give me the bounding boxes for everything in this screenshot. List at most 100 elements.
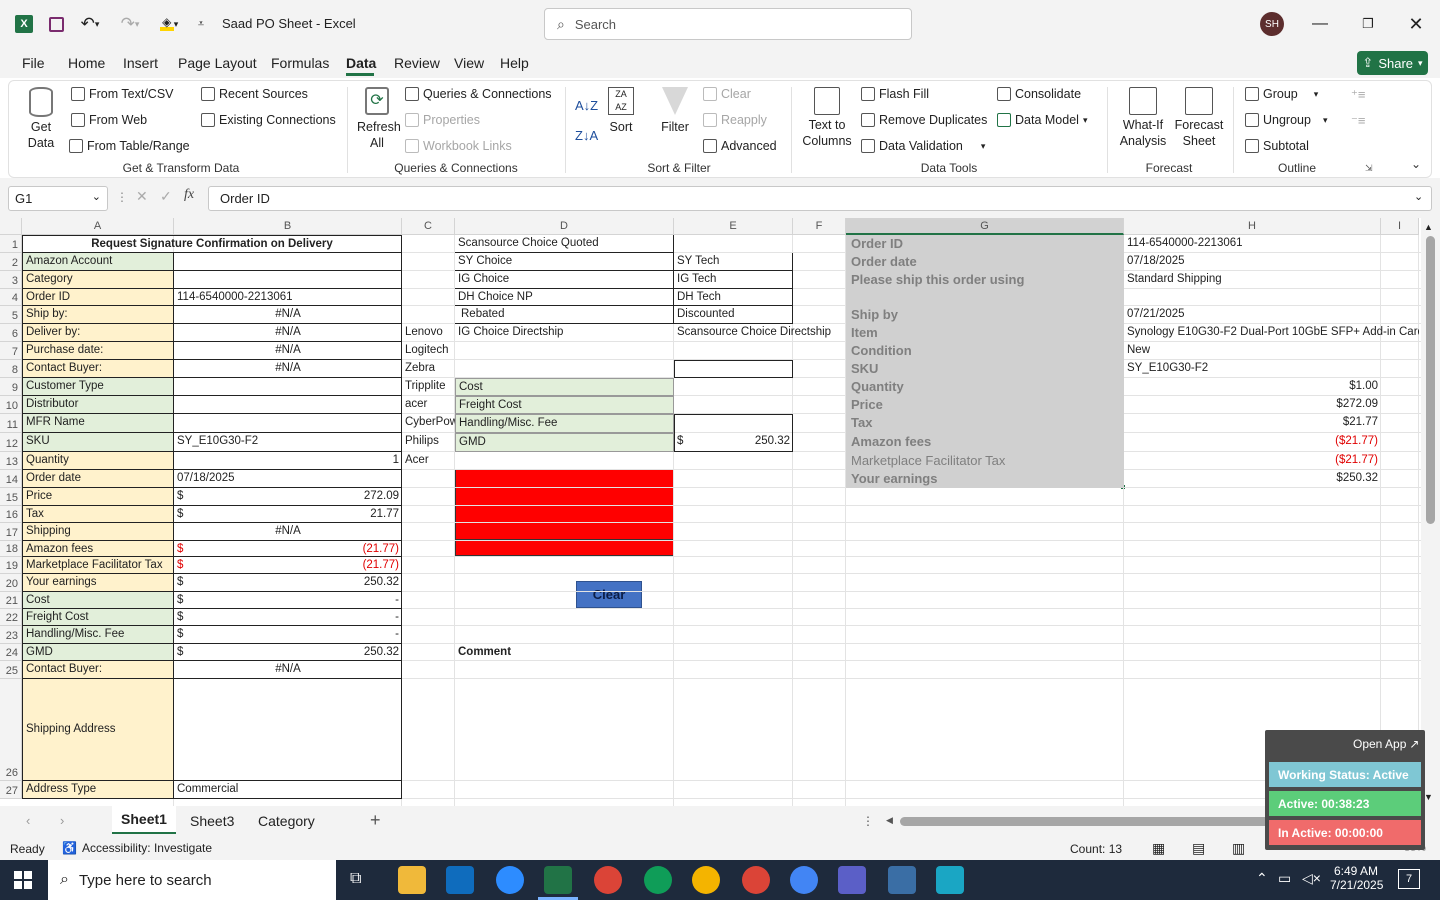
calculator-icon[interactable] [888, 866, 916, 894]
volume-icon[interactable]: ◁× [1302, 870, 1321, 887]
order-field-value[interactable]: $21.77 [1124, 414, 1381, 433]
label-cell[interactable]: Tax [22, 506, 174, 523]
value-cell[interactable]: (21.77) [174, 541, 402, 557]
order-field-label[interactable]: SKU [848, 360, 1122, 378]
tech-cell[interactable]: SY Tech [674, 253, 793, 271]
row-header[interactable]: 16 [0, 506, 22, 523]
label-cell[interactable]: Customer Type [22, 378, 174, 396]
label-cell[interactable]: Address Type [22, 781, 174, 799]
row-header[interactable]: 27 [0, 781, 22, 799]
column-header-i[interactable]: I [1381, 218, 1419, 235]
select-all-corner[interactable] [0, 218, 22, 235]
taskbar-search[interactable]: ⌕ Type here to search [48, 860, 336, 900]
value-cell[interactable]: 250.32 [174, 644, 402, 661]
order-field-value[interactable]: New [1124, 342, 1381, 360]
order-field-label[interactable]: Order ID [848, 235, 1122, 253]
clock[interactable]: 6:49 AM 7/21/2025 [1330, 864, 1383, 892]
row-header[interactable]: 13 [0, 452, 22, 470]
label-cell[interactable]: Shipping [22, 523, 174, 541]
page-break-view-icon[interactable]: ▥ [1232, 840, 1245, 857]
row-header[interactable]: 19 [0, 557, 22, 574]
row-header[interactable]: 2 [0, 253, 22, 271]
show-detail-icon[interactable]: ⁺≡ [1351, 87, 1365, 103]
tech-cell[interactable]: DH Tech [674, 289, 793, 306]
value-cell[interactable]: #N/A [174, 661, 402, 679]
row-header[interactable]: 17 [0, 523, 22, 541]
row-header[interactable]: 22 [0, 609, 22, 626]
sort-az-icon[interactable]: A↓Z Z↓A [575, 91, 598, 151]
label-cell[interactable]: Contact Buyer: [22, 360, 174, 378]
customize-qat-icon[interactable]: ⩡ [192, 0, 210, 48]
value-cell[interactable]: 114-6540000-2213061 [174, 289, 402, 306]
brand-cell[interactable]: Zebra [402, 360, 455, 378]
value-cell[interactable]: - [174, 609, 402, 626]
fill-color-icon[interactable]: ◈ ▾ [154, 0, 184, 48]
tab-view[interactable]: View [454, 55, 484, 71]
outlook-icon[interactable] [446, 866, 474, 894]
tech-cell[interactable]: IG Tech [674, 271, 793, 289]
reapply-button[interactable]: Reapply [703, 113, 767, 127]
tab-data[interactable]: Data [346, 55, 376, 71]
order-field-label[interactable]: Quantity [848, 378, 1122, 396]
order-field-label[interactable]: Item [848, 324, 1122, 342]
brand-cell[interactable]: CyberPow [402, 414, 455, 433]
row-header[interactable]: 11 [0, 414, 22, 433]
brand-cell[interactable]: Lenovo [402, 324, 455, 342]
show-hidden-icons[interactable]: ⌃ [1256, 870, 1268, 887]
value-cell[interactable]: #N/A [174, 342, 402, 360]
chrome-profile-icon[interactable] [644, 866, 672, 894]
get-data-button[interactable]: Get Data [17, 87, 65, 151]
row-header[interactable]: 15 [0, 488, 22, 506]
sort-button[interactable]: ZA AZ Sort [601, 87, 641, 135]
row-header[interactable]: 4 [0, 289, 22, 306]
chrome-profile-icon[interactable] [692, 866, 720, 894]
order-field-value[interactable]: 114-6540000-2213061 [1124, 235, 1381, 253]
row-header[interactable]: 21 [0, 592, 22, 609]
task-view-icon[interactable]: ⧉ [350, 870, 361, 888]
label-cell[interactable]: Distributor [22, 396, 174, 414]
subtotal-button[interactable]: Subtotal [1245, 139, 1309, 153]
minimize-icon[interactable]: — [1300, 0, 1340, 48]
vertical-scroll-thumb[interactable] [1426, 236, 1435, 524]
insert-function-icon[interactable]: fx [184, 187, 194, 203]
undo-icon[interactable]: ↶ ▾ [74, 0, 106, 48]
order-field-label[interactable]: Order date [848, 253, 1122, 271]
value-cell[interactable]: 07/18/2025 [174, 470, 402, 488]
ungroup-button[interactable]: Ungroup ▾ [1245, 113, 1327, 127]
confirm-entry-icon[interactable]: ✓ [160, 188, 172, 205]
row-header[interactable]: 24 [0, 644, 22, 661]
order-field-value[interactable]: SY_E10G30-F2 [1124, 360, 1381, 378]
value-cell[interactable]: #N/A [174, 360, 402, 378]
row-header[interactable]: 23 [0, 626, 22, 644]
distributor-cell[interactable]: GMD [455, 433, 674, 452]
brand-cell[interactable]: Acer [402, 452, 455, 470]
advanced-filter-button[interactable]: Advanced [703, 139, 777, 153]
column-header-g[interactable]: G [846, 218, 1124, 235]
clear-filter-button[interactable]: Clear [703, 87, 751, 101]
column-header-a[interactable]: A [22, 218, 174, 235]
avatar[interactable]: SH [1260, 12, 1284, 36]
order-field-label[interactable]: Condition [848, 342, 1122, 360]
scroll-up-icon[interactable]: ▲ [1424, 222, 1433, 232]
prev-sheet-icon[interactable]: ‹ [26, 813, 30, 828]
page-layout-view-icon[interactable]: ▤ [1192, 840, 1205, 857]
gmd-value[interactable]: 250.32 [674, 433, 793, 452]
row-header[interactable]: 25 [0, 661, 22, 679]
value-cell[interactable]: 21.77 [174, 506, 402, 523]
queries-connections-button[interactable]: Queries & Connections [405, 87, 552, 101]
normal-view-icon[interactable]: ▦ [1152, 840, 1165, 857]
search-box[interactable]: ⌕ Search [544, 8, 912, 40]
text-to-columns-button[interactable]: Text to Columns [799, 87, 855, 149]
order-field-value[interactable]: 07/21/2025 [1124, 306, 1381, 324]
next-sheet-icon[interactable]: › [60, 813, 64, 828]
order-field-label[interactable]: Your earnings [848, 470, 1122, 488]
consolidate-button[interactable]: Consolidate [997, 87, 1081, 101]
order-field-label[interactable]: Price [848, 396, 1122, 414]
notification-icon[interactable]: 7 [1398, 869, 1420, 889]
brand-cell[interactable]: Logitech [402, 342, 455, 360]
brand-cell[interactable]: acer [402, 396, 455, 414]
row-header[interactable]: 26 [0, 679, 22, 781]
distributor-cell[interactable]: SY Choice [455, 253, 674, 271]
column-header-b[interactable]: B [174, 218, 402, 235]
column-header-h[interactable]: H [1124, 218, 1381, 235]
